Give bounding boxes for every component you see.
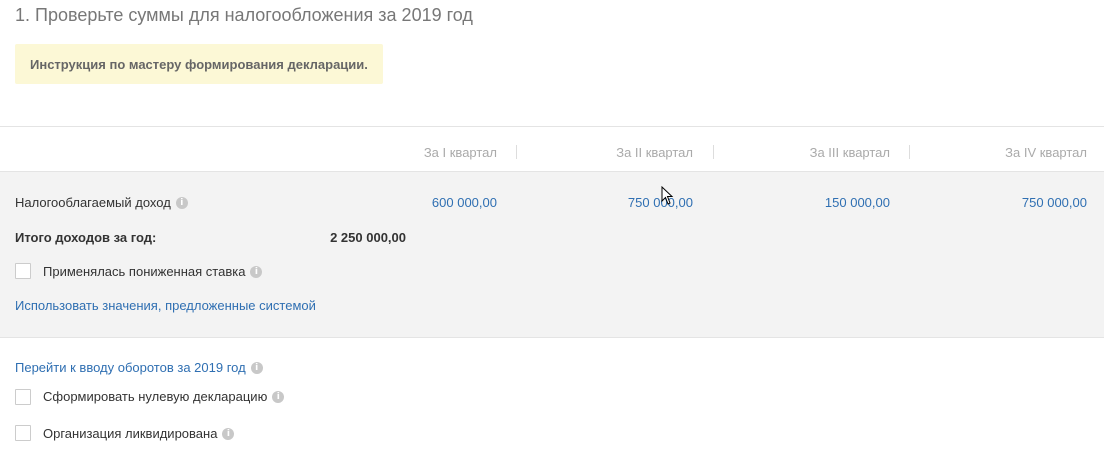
reduced-rate-text: Применялась пониженная ставка — [43, 264, 246, 279]
info-icon[interactable]: i — [175, 196, 188, 209]
go-to-turnover-text[interactable]: Перейти к вводу оборотов за 2019 год — [15, 360, 246, 375]
go-to-turnover-link[interactable]: Перейти к вводу оборотов за 2019 год i — [15, 360, 263, 375]
total-income-label: Итого доходов за год: — [15, 230, 157, 245]
taxable-income-text: Налогооблагаемый доход — [15, 195, 171, 210]
income-q3-value[interactable]: 150 000,00 — [825, 195, 890, 210]
mouse-cursor-icon — [661, 186, 674, 205]
income-q1-value[interactable]: 600 000,00 — [432, 195, 497, 210]
taxable-income-label: Налогооблагаемый доход i — [15, 195, 188, 210]
column-divider — [713, 145, 714, 159]
info-icon[interactable]: i — [250, 265, 263, 278]
reduced-rate-label: Применялась пониженная ставка i — [43, 264, 263, 279]
quarter-3-header: За III квартал — [809, 145, 890, 160]
liquidated-label: Организация ликвидирована i — [43, 426, 235, 441]
tax-sums-page: 1. Проверьте суммы для налогообложения з… — [0, 0, 1104, 452]
quarters-header-row: За I квартал За II квартал За III кварта… — [0, 126, 1104, 172]
info-icon[interactable]: i — [272, 390, 285, 403]
instruction-suffix: . — [364, 56, 368, 72]
instruction-link[interactable]: Инструкция по мастеру формирования декла… — [30, 57, 364, 72]
instruction-hint-box: Инструкция по мастеру формирования декла… — [15, 44, 383, 84]
total-income-value: 2 250 000,00 — [330, 230, 406, 245]
use-system-values-link[interactable]: Использовать значения, предложенные сист… — [15, 298, 316, 313]
zero-declaration-label: Сформировать нулевую декларацию i — [43, 389, 285, 404]
reduced-rate-checkbox[interactable] — [15, 263, 31, 279]
zero-declaration-text: Сформировать нулевую декларацию — [43, 389, 268, 404]
liquidated-checkbox[interactable] — [15, 425, 31, 441]
liquidated-text: Организация ликвидирована — [43, 426, 218, 441]
quarter-4-header: За IV квартал — [1005, 145, 1087, 160]
info-icon[interactable]: i — [222, 427, 235, 440]
page-title: 1. Проверьте суммы для налогообложения з… — [15, 5, 473, 25]
zero-declaration-checkbox[interactable] — [15, 389, 31, 405]
column-divider — [516, 145, 517, 159]
quarter-2-header: За II квартал — [616, 145, 693, 160]
quarter-1-header: За I квартал — [423, 145, 497, 160]
column-divider — [909, 145, 910, 159]
income-q4-value[interactable]: 750 000,00 — [1022, 195, 1087, 210]
info-icon[interactable]: i — [250, 361, 263, 374]
